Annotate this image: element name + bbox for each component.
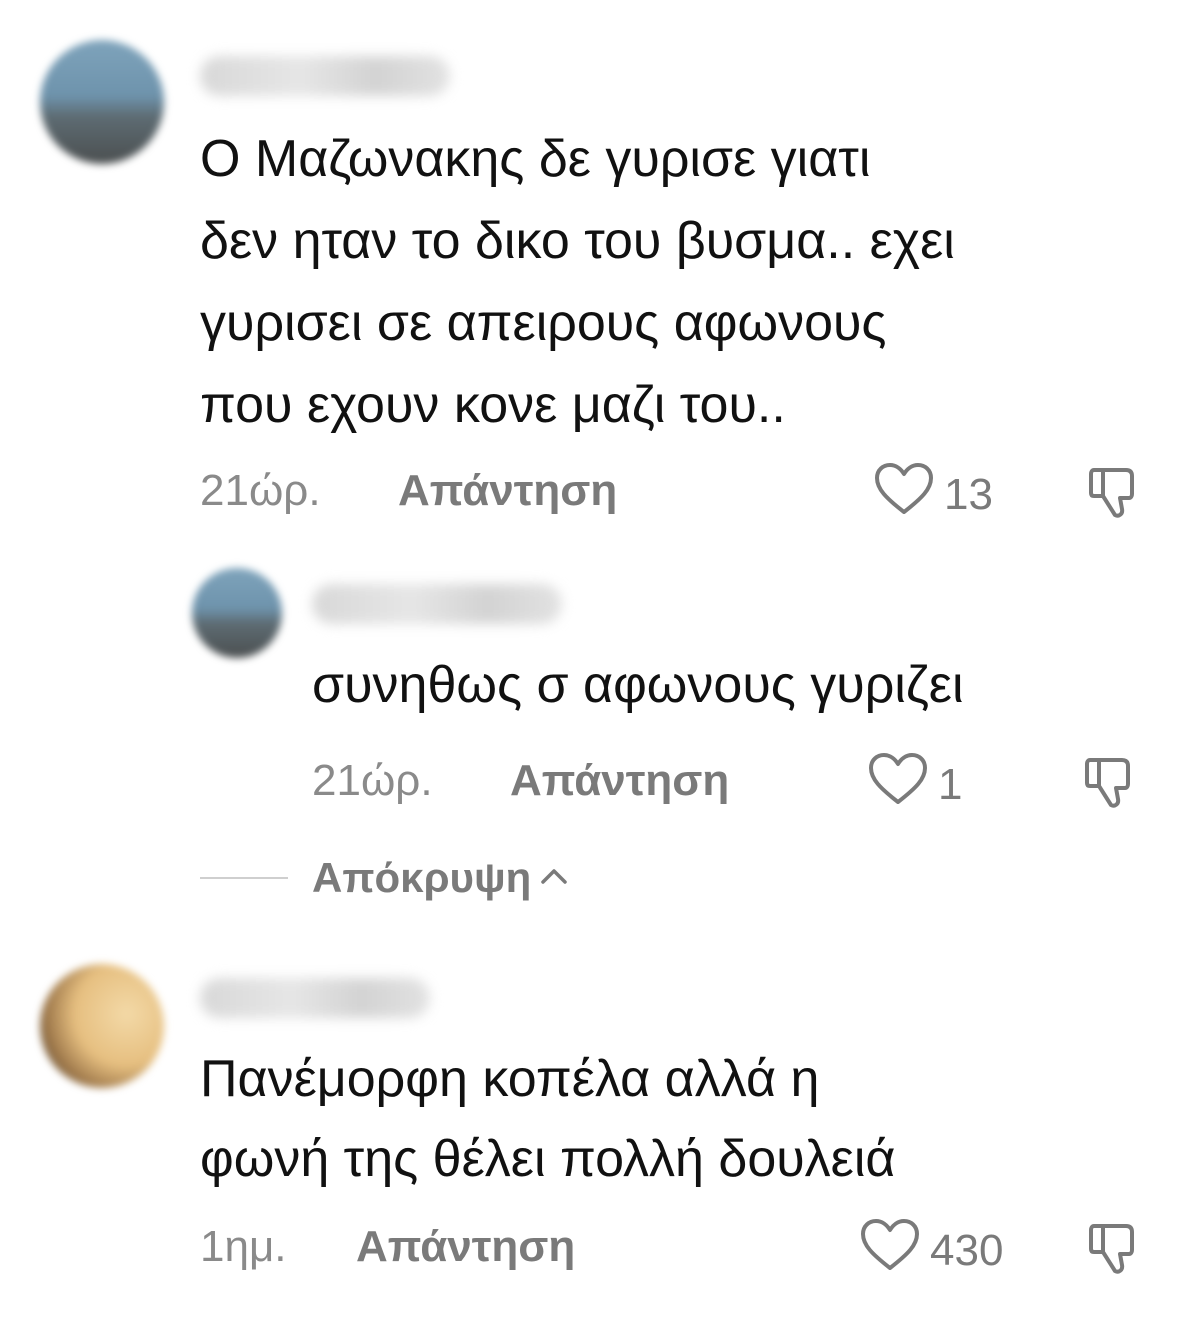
comment-1: Ο Μαζωνακης δε γυρισε γιατι δεν ηταν το … bbox=[0, 0, 1200, 540]
comment-text-line: συνηθως σ αφωνους γυριζει bbox=[312, 656, 964, 714]
like-count: 1 bbox=[938, 759, 963, 809]
username-blurred[interactable] bbox=[200, 56, 450, 96]
thumbs-down-icon[interactable] bbox=[1084, 462, 1144, 527]
heart-outline-icon bbox=[860, 1218, 930, 1283]
username-blurred[interactable] bbox=[312, 584, 562, 624]
like-count: 430 bbox=[930, 1225, 1004, 1275]
username-blurred[interactable] bbox=[200, 978, 430, 1018]
comment-text-line: γυρισει σε απειρους αφωνους bbox=[200, 294, 887, 352]
like-count: 13 bbox=[944, 469, 993, 519]
like-button[interactable]: 1 bbox=[868, 752, 962, 817]
divider bbox=[200, 877, 288, 879]
reply-button[interactable]: Απάντηση bbox=[510, 756, 729, 806]
heart-outline-icon bbox=[874, 462, 944, 527]
comment-timestamp: 21ώρ. bbox=[312, 756, 433, 805]
comment-text-line: δεν ηταν το δικο του βυσμα.. εχει bbox=[200, 212, 955, 270]
heart-outline-icon bbox=[868, 752, 938, 817]
avatar[interactable] bbox=[40, 40, 164, 164]
comment-2-reply: συνηθως σ αφωνους γυριζει 21ώρ. Απάντηση… bbox=[0, 540, 1200, 840]
avatar[interactable] bbox=[192, 568, 282, 658]
avatar[interactable] bbox=[40, 964, 164, 1088]
thumbs-down-icon[interactable] bbox=[1080, 752, 1140, 817]
chevron-up-icon bbox=[539, 865, 569, 892]
like-button[interactable]: 430 bbox=[860, 1218, 1003, 1283]
hide-replies-button[interactable]: Απόκρυψη bbox=[200, 854, 569, 902]
comment-text-line: Πανέμορφη κοπέλα αλλά η bbox=[200, 1050, 820, 1108]
comment-timestamp: 1ημ. bbox=[200, 1222, 287, 1271]
comment-3: Πανέμορφη κοπέλα αλλά η φωνή της θέλει π… bbox=[0, 950, 1200, 1327]
comment-timestamp: 21ώρ. bbox=[200, 466, 321, 515]
thumbs-down-icon[interactable] bbox=[1084, 1218, 1144, 1283]
hide-replies-label: Απόκρυψη bbox=[312, 854, 532, 901]
comment-text-line: που εχουν κονε μαζι του.. bbox=[200, 376, 786, 434]
like-button[interactable]: 13 bbox=[874, 462, 993, 527]
comment-text-line: φωνή της θέλει πολλή δουλειά bbox=[200, 1130, 896, 1188]
reply-button[interactable]: Απάντηση bbox=[398, 466, 617, 516]
reply-button[interactable]: Απάντηση bbox=[356, 1222, 575, 1272]
comment-text-line: Ο Μαζωνακης δε γυρισε γιατι bbox=[200, 130, 871, 188]
